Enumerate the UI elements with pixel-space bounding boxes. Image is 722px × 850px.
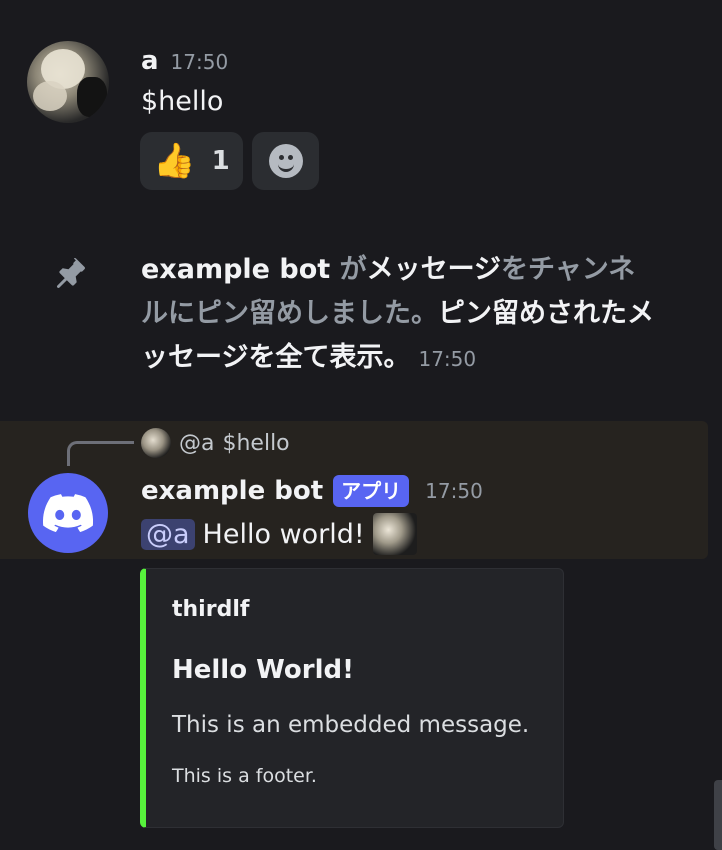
bot-avatar[interactable] xyxy=(28,473,108,553)
thumbs-up-icon: 👍 xyxy=(153,141,196,181)
system-actor[interactable]: example bot xyxy=(141,254,330,285)
reaction-thumbs-up[interactable]: 👍 1 xyxy=(140,132,243,190)
username[interactable]: a xyxy=(141,46,159,76)
embed-title: Hello World! xyxy=(172,655,354,685)
custom-emoji[interactable] xyxy=(372,513,417,555)
embed-description: This is an embedded message. xyxy=(172,712,530,738)
add-reaction-button[interactable] xyxy=(252,132,319,190)
pinned-message-link[interactable]: メッセージ xyxy=(367,254,501,285)
embed-author: thirdlf xyxy=(172,597,250,622)
system-text-1: が xyxy=(339,254,367,285)
scrollbar-thumb[interactable] xyxy=(714,780,722,850)
embed-card: thirdlf Hello World! This is an embedded… xyxy=(140,568,564,828)
message-content: $hello xyxy=(141,86,224,117)
bot-username[interactable]: example bot xyxy=(141,476,323,506)
reply-mention: @a xyxy=(179,430,215,456)
pin-icon xyxy=(56,258,85,288)
message-timestamp[interactable]: 17:50 xyxy=(171,50,229,74)
system-timestamp[interactable]: 17:50 xyxy=(418,347,476,371)
pin-system-message: example bot がメッセージをチャンネルにピン留めしました。ピン留めされ… xyxy=(141,248,661,381)
discord-logo-icon xyxy=(43,494,93,532)
reply-avatar xyxy=(141,428,171,458)
app-badge: アプリ xyxy=(333,475,410,507)
message-header: a 17:50 xyxy=(141,46,228,76)
user-avatar[interactable] xyxy=(27,41,109,123)
bot-message-header: example bot アプリ 17:50 xyxy=(141,475,483,507)
reply-reference[interactable]: @a $hello xyxy=(141,428,290,458)
bot-timestamp[interactable]: 17:50 xyxy=(425,479,483,503)
smiley-face-icon xyxy=(268,144,303,178)
reply-connector xyxy=(67,441,134,466)
bot-message-text: Hello world! xyxy=(202,518,365,550)
reply-content: $hello xyxy=(222,430,290,456)
bot-message-content: @a Hello world! xyxy=(141,513,417,555)
chat-pane: a 17:50 $hello 👍 1 example bot がメッセージをチャ… xyxy=(0,0,722,850)
user-mention[interactable]: @a xyxy=(141,518,195,550)
reaction-count: 1 xyxy=(211,146,230,176)
embed-footer: This is a footer. xyxy=(172,765,317,787)
